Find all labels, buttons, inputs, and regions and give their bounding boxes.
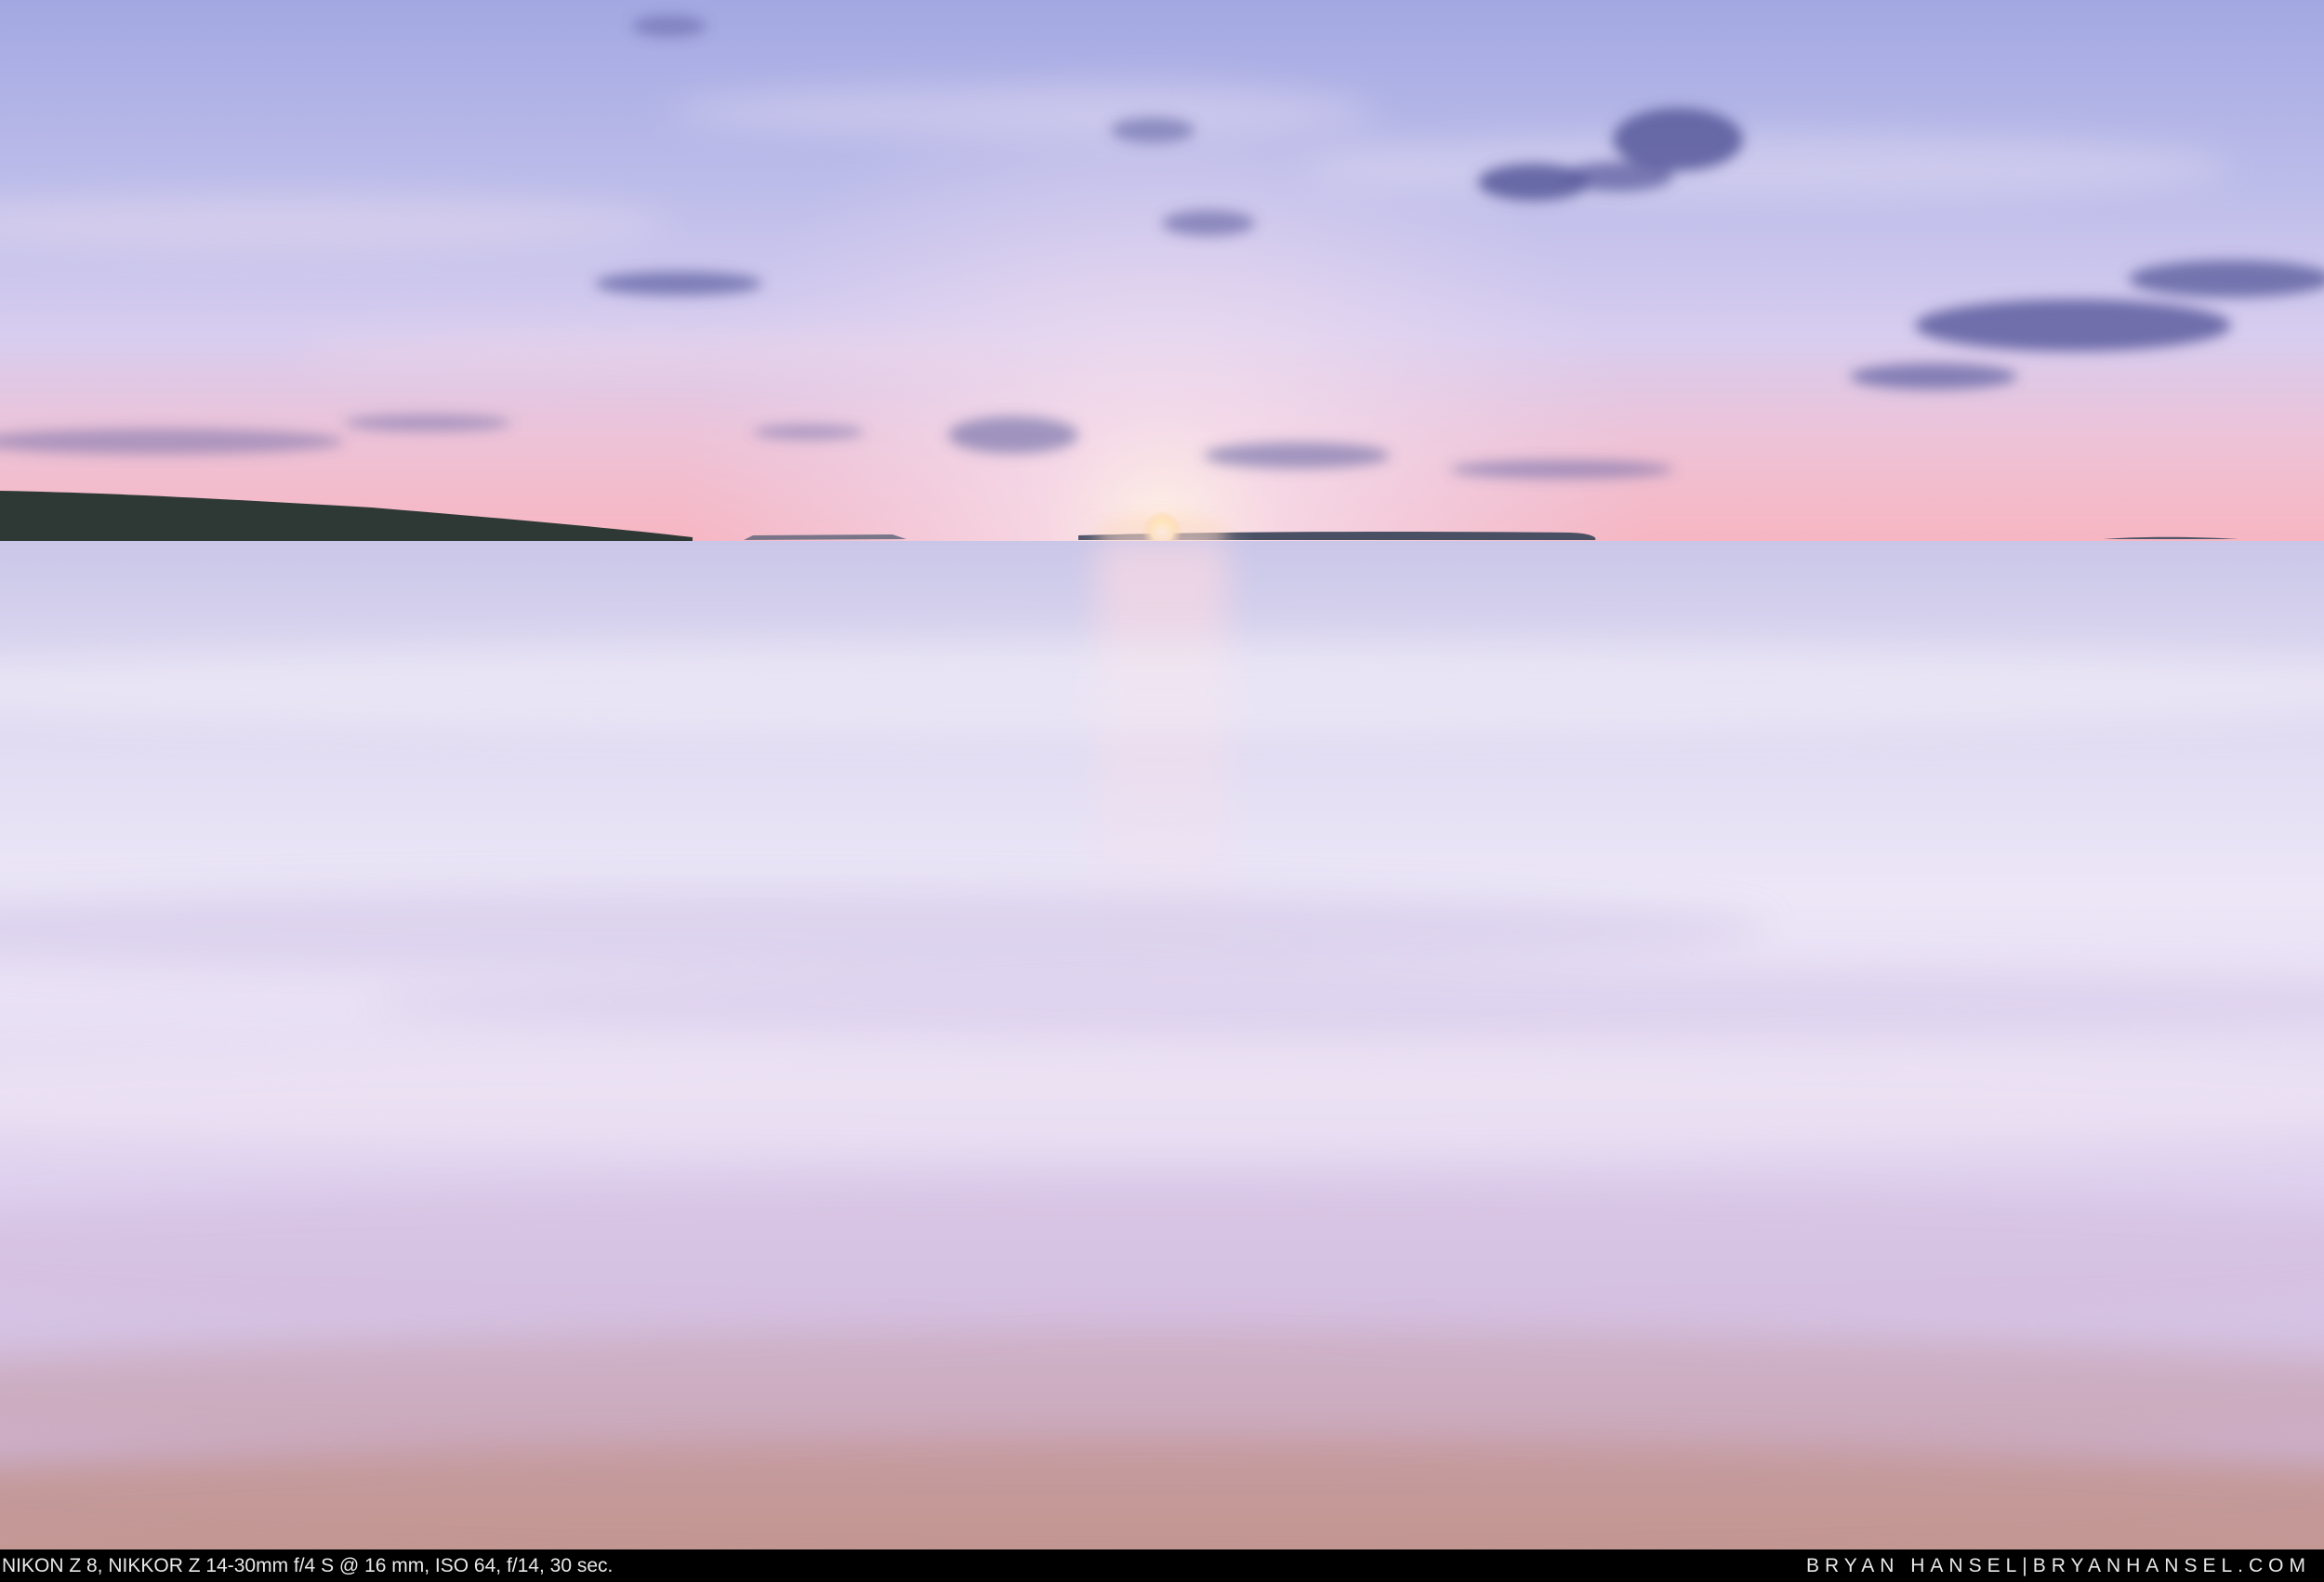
landscape-photo: [0, 0, 2324, 1549]
exif-caption: NIKON Z 8, NIKKOR Z 14-30mm f/4 S @ 16 m…: [2, 1554, 614, 1576]
caption-bar: NIKON Z 8, NIKKOR Z 14-30mm f/4 S @ 16 m…: [0, 1549, 2324, 1582]
photographer-credit: BRYAN HANSEL|BRYANHANSEL.COM: [1805, 1554, 2311, 1576]
